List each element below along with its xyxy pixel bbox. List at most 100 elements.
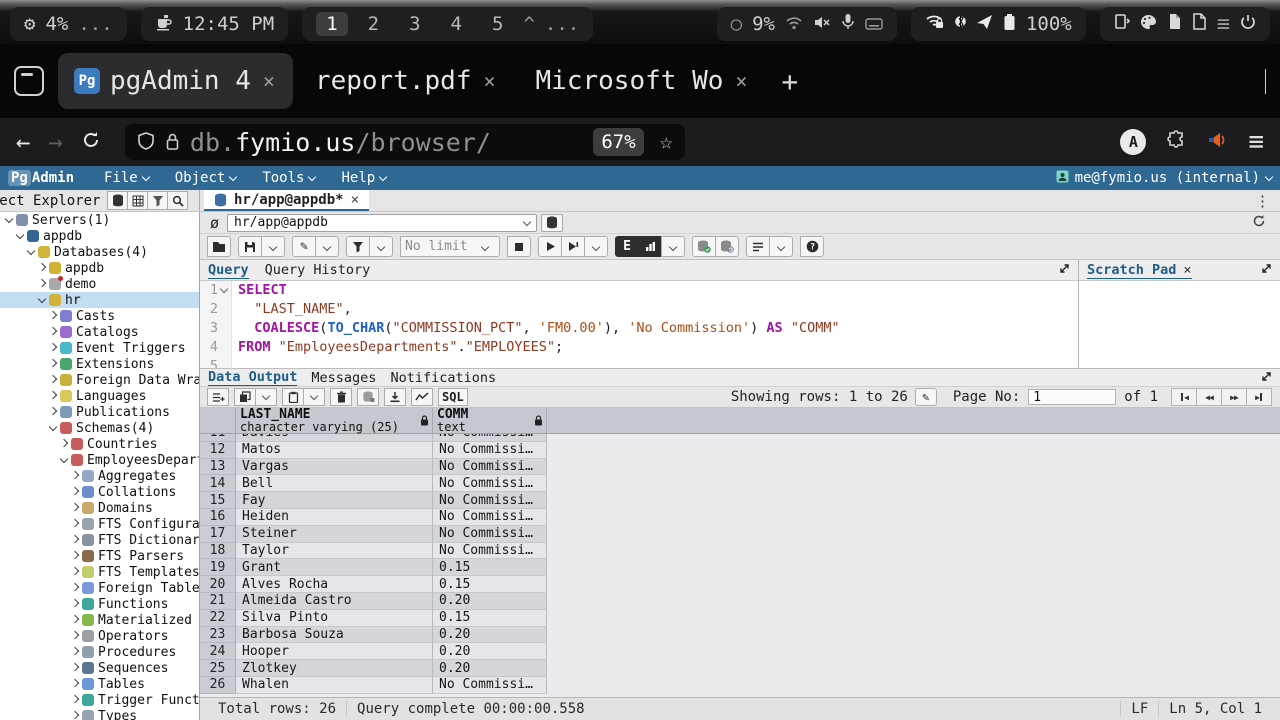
close-icon[interactable]: ×	[1183, 262, 1191, 278]
explain-options-chevron[interactable]	[661, 236, 685, 257]
row-number-cell[interactable]: 17	[200, 526, 236, 543]
first-page-button[interactable]: ◀	[1171, 388, 1197, 406]
chevron-down-icon[interactable]	[59, 455, 69, 465]
chevron-down-icon[interactable]	[26, 247, 36, 257]
tab-messages[interactable]: Messages	[311, 370, 376, 386]
chevron-right-icon[interactable]	[37, 279, 47, 289]
page-number-input[interactable]: 1	[1028, 389, 1116, 405]
paste-options-chevron[interactable]	[303, 388, 325, 406]
tree-item-materialized-views[interactable]: Materialized Views	[0, 612, 199, 628]
chevron-right-icon[interactable]	[70, 647, 80, 657]
comm-cell[interactable]: 0.20	[433, 643, 547, 660]
tab-notifications[interactable]: Notifications	[390, 370, 496, 386]
tree-item-fts-dictionaries[interactable]: FTS Dictionaries	[0, 532, 199, 548]
reload-button[interactable]	[81, 130, 101, 154]
workspace-3[interactable]: 3	[399, 12, 430, 36]
clock-pill[interactable]: 12:45 PM	[141, 7, 289, 41]
tree-item-extensions[interactable]: Extensions	[0, 356, 199, 372]
filter-options-chevron[interactable]	[369, 236, 393, 257]
power-icon[interactable]	[1240, 13, 1256, 35]
browser-menu-icon[interactable]: ≡	[1248, 127, 1264, 157]
workspace-1[interactable]: 1	[316, 12, 347, 36]
row-number-cell[interactable]: 13	[200, 459, 236, 476]
chevron-right-icon[interactable]	[70, 535, 80, 545]
tree-item-catalogs[interactable]: Catalogs	[0, 324, 199, 340]
last-name-cell[interactable]: Almeida Castro	[236, 593, 433, 610]
tree-item-servers-1[interactable]: Servers(1)	[0, 212, 199, 228]
execute-button[interactable]	[538, 236, 562, 257]
chevron-right-icon[interactable]	[70, 679, 80, 689]
last-name-cell[interactable]: Fay	[236, 492, 433, 509]
comm-cell[interactable]: 0.15	[433, 576, 547, 593]
tree-item-functions[interactable]: Functions	[0, 596, 199, 612]
select-all-cell[interactable]	[200, 408, 236, 433]
last-name-cell[interactable]: Matos	[236, 442, 433, 459]
workspace-5[interactable]: 5	[482, 12, 513, 36]
shield-icon[interactable]	[137, 128, 155, 157]
scratch-pad-body[interactable]	[1079, 281, 1280, 368]
maximize-icon[interactable]	[1059, 262, 1070, 278]
chevron-right-icon[interactable]	[70, 583, 80, 593]
browser-tab-word[interactable]: Microsoft Wo ×	[520, 53, 766, 109]
chevron-right-icon[interactable]	[48, 327, 58, 337]
tree-item-publications[interactable]: Publications	[0, 404, 199, 420]
row-number-cell[interactable]: 14	[200, 475, 236, 492]
chevron-down-icon[interactable]	[15, 231, 25, 241]
row-limit-select[interactable]: No limit	[400, 236, 500, 257]
tree-item-event-triggers[interactable]: Event Triggers	[0, 340, 199, 356]
workspace-2[interactable]: 2	[358, 12, 389, 36]
last-name-cell[interactable]: Vargas	[236, 459, 433, 476]
palette-icon[interactable]	[1140, 13, 1157, 35]
comm-cell[interactable]: 0.20	[433, 593, 547, 610]
delete-row-button[interactable]	[330, 388, 352, 406]
megaphone-extension-icon[interactable]	[1206, 130, 1228, 154]
chevron-right-icon[interactable]	[48, 391, 58, 401]
comm-cell[interactable]: No Commissi…	[433, 442, 547, 459]
save-options-chevron[interactable]	[261, 236, 285, 257]
close-icon[interactable]: ×	[351, 192, 359, 208]
bookmark-star-icon[interactable]: ☆	[654, 130, 679, 155]
comm-cell[interactable]: No Commissi…	[433, 526, 547, 543]
back-button[interactable]: ←	[16, 128, 30, 156]
new-tab-button[interactable]: +	[771, 65, 808, 98]
tree-item-tables[interactable]: Tables	[0, 676, 199, 692]
tree-item-schemas-4[interactable]: Schemas(4)	[0, 420, 199, 436]
tab-query-history[interactable]: Query History	[265, 262, 371, 278]
edit-options-chevron[interactable]	[315, 236, 339, 257]
menu-tools[interactable]: Tools	[252, 170, 325, 186]
sql-editor[interactable]: 1SELECT2 "LAST_NAME",3 COALESCE(TO_CHAR(…	[200, 281, 1078, 368]
menu-object[interactable]: Object	[165, 170, 247, 186]
tree-item-fts-parsers[interactable]: FTS Parsers	[0, 548, 199, 564]
save-button[interactable]	[238, 236, 262, 257]
tree-item-countries[interactable]: Countries	[0, 436, 199, 452]
tree-item-sequences[interactable]: Sequences	[0, 660, 199, 676]
chevron-right-icon[interactable]	[48, 311, 58, 321]
comm-cell[interactable]: No Commissi…	[433, 543, 547, 560]
comm-cell[interactable]: No Commissi…	[433, 434, 547, 442]
workspace-more[interactable]: ...	[545, 13, 579, 35]
user-menu[interactable]: me@fymio.us (internal)	[1056, 170, 1272, 187]
last-name-cell[interactable]: Taylor	[236, 543, 433, 560]
chevron-right-icon[interactable]	[70, 631, 80, 641]
browser-tab-pgadmin[interactable]: Pg pgAdmin 4 ×	[58, 53, 293, 109]
filter-button[interactable]	[346, 236, 370, 257]
comm-cell[interactable]: No Commissi…	[433, 492, 547, 509]
chevron-right-icon[interactable]	[48, 375, 58, 385]
chevron-right-icon[interactable]	[70, 503, 80, 513]
close-tab-icon[interactable]: ×	[261, 69, 277, 93]
sql-code[interactable]: "LAST_NAME",	[232, 300, 352, 319]
tree-item-collations[interactable]: Collations	[0, 484, 199, 500]
tree-item-operators[interactable]: Operators	[0, 628, 199, 644]
address-bar[interactable]: db.fymio.us/browser/ 67% ☆	[125, 124, 685, 160]
last-name-cell[interactable]: Barbosa Souza	[236, 627, 433, 644]
connection-select[interactable]: hr/app@appdb	[227, 214, 537, 232]
tree-item-casts[interactable]: Casts	[0, 308, 199, 324]
chevron-right-icon[interactable]	[70, 519, 80, 529]
tab-data-output[interactable]: Data Output	[208, 369, 297, 386]
last-name-cell[interactable]: Zlotkey	[236, 660, 433, 677]
close-tab-icon[interactable]: ×	[481, 69, 497, 93]
tree-item-employeesdepartments[interactable]: EmployeesDepartments	[0, 452, 199, 468]
zoom-level-badge[interactable]: 67%	[593, 128, 643, 156]
copy-options-chevron[interactable]	[255, 388, 277, 406]
explorer-filter-button[interactable]	[147, 191, 168, 210]
